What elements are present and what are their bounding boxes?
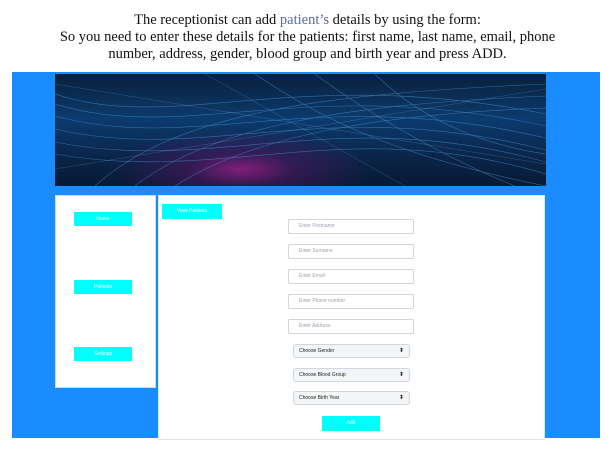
patient-form-panel: View Patients Enter Firstname Enter Surn… xyxy=(158,195,545,440)
caption-line-2: So you need to enter these details for t… xyxy=(59,29,556,45)
caption-line-1-end: details by using the form: xyxy=(329,12,481,28)
gender-select[interactable]: Choose Gender ⬍ xyxy=(293,344,410,358)
select-arrows-icon: ⬍ xyxy=(398,348,404,354)
blood-group-select-value: Choose Blood Group xyxy=(299,372,346,378)
birth-year-select[interactable]: Choose Birth Year ⬍ xyxy=(293,391,410,405)
sidebar: Home Patients Settings xyxy=(55,195,156,388)
view-patients-button[interactable]: View Patients xyxy=(162,204,222,219)
email-input[interactable]: Enter Email xyxy=(288,269,414,284)
add-button[interactable]: Add xyxy=(322,416,380,431)
surname-input[interactable]: Enter Surname xyxy=(288,244,414,259)
firstname-input[interactable]: Enter Firstname xyxy=(288,219,414,234)
select-arrows-icon: ⬍ xyxy=(398,372,404,378)
address-input[interactable]: Enter Address xyxy=(288,319,414,334)
caption-line-1: The receptionist can add patient’s detai… xyxy=(0,12,615,29)
sidebar-item-settings[interactable]: Settings xyxy=(74,347,132,361)
blood-group-select[interactable]: Choose Blood Group ⬍ xyxy=(293,368,410,382)
caption-highlight: patient’s xyxy=(279,12,330,28)
banner-lines-graphic xyxy=(55,74,546,186)
gender-select-value: Choose Gender xyxy=(299,348,335,354)
caption-line-1-start: The receptionist can add xyxy=(134,12,280,28)
header-banner-image xyxy=(55,74,546,186)
instruction-caption: The receptionist can add patient’s detai… xyxy=(0,12,615,63)
sidebar-item-home[interactable]: Home xyxy=(74,212,132,226)
sidebar-item-patients[interactable]: Patients xyxy=(74,280,132,294)
caption-line-3: number, address, gender, blood group and… xyxy=(108,46,507,62)
select-arrows-icon: ⬍ xyxy=(398,395,404,401)
birth-year-select-value: Choose Birth Year xyxy=(299,395,340,401)
app-frame: Home Patients Settings View Patients Ent… xyxy=(12,72,600,440)
phone-input[interactable]: Enter Phone number xyxy=(288,294,414,309)
